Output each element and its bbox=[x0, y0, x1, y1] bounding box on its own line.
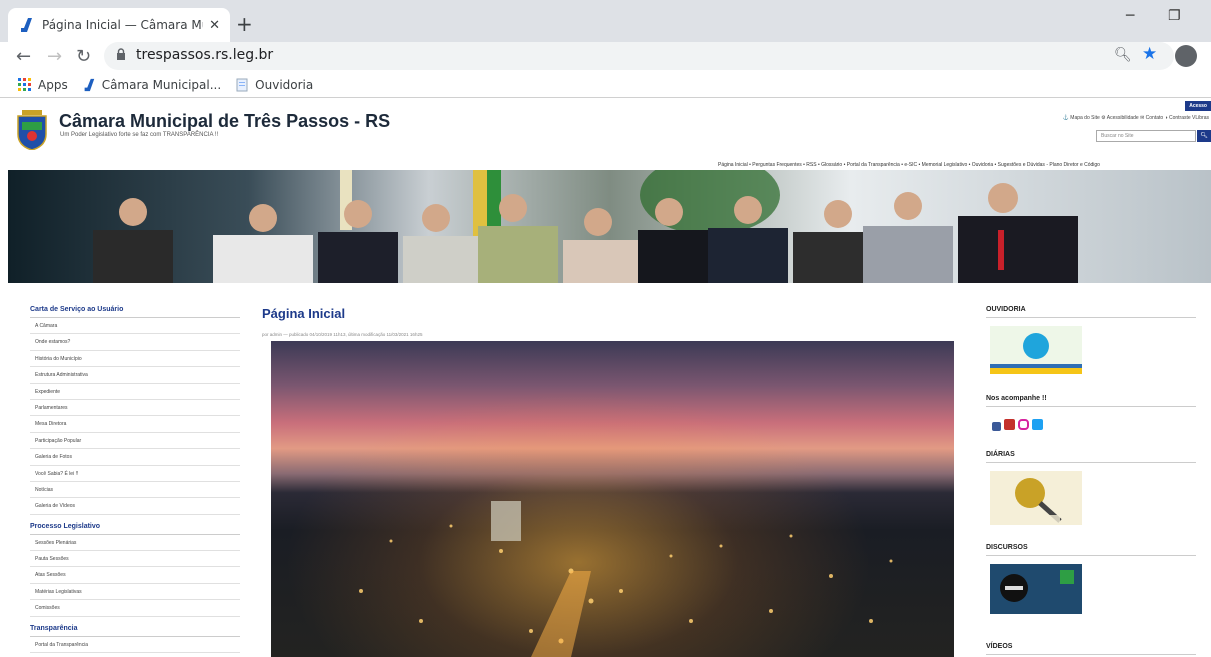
menu-item[interactable]: Participação Popular bbox=[30, 433, 240, 450]
utility-links[interactable]: ⚓ Mapa do Site ⚙ Acessibilidade ✉ Contat… bbox=[1063, 115, 1209, 121]
acesso-button[interactable]: Acesso bbox=[1185, 101, 1211, 111]
tab-title: Página Inicial — Câmara Municip bbox=[42, 18, 203, 32]
document-icon bbox=[236, 78, 248, 91]
videos-heading: VÍDEOS bbox=[986, 643, 1196, 655]
zoom-icon[interactable]: 🔍︎ bbox=[1114, 46, 1132, 63]
minimize-icon[interactable]: ─ bbox=[1126, 8, 1134, 24]
twitter-icon[interactable] bbox=[1032, 419, 1043, 430]
menu-item[interactable]: Mesa Diretora bbox=[30, 416, 240, 433]
menu-item[interactable]: Estrutura Administrativa bbox=[30, 367, 240, 384]
councillors-banner-image bbox=[8, 170, 1211, 283]
youtube-icon[interactable] bbox=[1004, 419, 1015, 430]
site-favicon-icon bbox=[84, 78, 94, 91]
close-tab-icon[interactable]: ✕ bbox=[209, 17, 220, 33]
browser-tab[interactable]: Página Inicial — Câmara Municip ✕ bbox=[8, 8, 230, 42]
section-title-carta-servico[interactable]: Carta de Serviço ao Usuário bbox=[30, 306, 240, 318]
section-title-processo-legislativo[interactable]: Processo Legislativo bbox=[30, 523, 240, 535]
city-aerial-photo bbox=[271, 341, 954, 657]
menu-item[interactable]: Galeria de Vídeos bbox=[30, 498, 240, 515]
city-lights-overlay bbox=[359, 501, 893, 657]
menu-item[interactable]: Pauta Sessões bbox=[30, 551, 240, 568]
profile-avatar-icon[interactable] bbox=[1175, 45, 1197, 67]
site-favicon-icon bbox=[21, 18, 32, 32]
back-arrow-icon[interactable]: ← bbox=[16, 46, 31, 67]
menu-item[interactable]: Você Sabia? É lei !! bbox=[30, 466, 240, 482]
bookmark-ouvidoria[interactable]: Ouvidoria bbox=[235, 78, 313, 92]
municipal-crest-logo[interactable] bbox=[16, 110, 48, 150]
bookmark-star-icon[interactable]: ★ bbox=[1142, 44, 1157, 64]
menu-item[interactable]: Portal da Transparência bbox=[30, 637, 240, 654]
follow-us-heading: Nos acompanhe !! bbox=[986, 395, 1196, 407]
menu-item[interactable]: Expediente bbox=[30, 384, 240, 400]
menu-item[interactable]: Parlamentares bbox=[30, 400, 240, 417]
menu-item[interactable]: Galeria de Fotos bbox=[30, 449, 240, 466]
restore-icon[interactable]: ❐ bbox=[1168, 8, 1181, 24]
diarias-banner-image[interactable] bbox=[990, 471, 1082, 525]
section-title-transparencia[interactable]: Transparência bbox=[30, 625, 240, 637]
bookmark-camara[interactable]: Câmara Municipal... bbox=[82, 78, 221, 92]
browser-toolbar: ← → ↻ trespassos.rs.leg.br 🔍︎ ★ bbox=[0, 42, 1211, 72]
forward-arrow-icon[interactable]: → bbox=[47, 46, 62, 67]
menu-item[interactable]: Onde estamos? bbox=[30, 334, 240, 351]
diarias-heading: DIÁRIAS bbox=[986, 451, 1196, 463]
menu-item[interactable]: Sessões Plenárias bbox=[30, 535, 240, 552]
bookmarks-bar: Apps Câmara Municipal... Ouvidoria bbox=[0, 72, 1211, 98]
address-bar[interactable]: trespassos.rs.leg.br 🔍︎ ★ bbox=[104, 42, 1174, 70]
ouvidoria-banner-image[interactable] bbox=[990, 326, 1082, 374]
right-sidebar: OUVIDORIA Nos acompanhe !! DIÁRIAS DISCU… bbox=[986, 306, 1196, 655]
lock-icon bbox=[117, 48, 125, 60]
menu-item[interactable]: Matérias Legislativas bbox=[30, 584, 240, 601]
browser-tabstrip: Página Inicial — Câmara Municip ✕ + ─ ❐ bbox=[0, 0, 1211, 42]
top-navigation[interactable]: Página Inicial • Perguntas Frequentes • … bbox=[718, 162, 1100, 168]
site-title[interactable]: Câmara Municipal de Três Passos - RS bbox=[59, 111, 390, 132]
site-tagline: Um Poder Legislativo forte se faz com TR… bbox=[60, 132, 219, 138]
url-text: trespassos.rs.leg.br bbox=[136, 47, 274, 63]
search-icon[interactable]: 🔍︎ bbox=[1197, 130, 1211, 142]
ouvidoria-heading: OUVIDORIA bbox=[986, 306, 1196, 318]
facebook-icon[interactable] bbox=[992, 422, 1001, 431]
menu-item[interactable]: Comissões bbox=[30, 600, 240, 617]
apps-grid-icon bbox=[18, 77, 31, 91]
bookmark-label: Ouvidoria bbox=[255, 77, 314, 92]
page-title: Página Inicial bbox=[262, 306, 346, 321]
social-icons bbox=[992, 419, 1196, 431]
councillors-photo bbox=[93, 170, 1078, 283]
site-search-input[interactable]: Buscar no Site bbox=[1096, 130, 1196, 142]
left-sidebar: Carta de Serviço ao Usuário A Câmara Ond… bbox=[30, 306, 240, 654]
discursos-heading: DISCURSOS bbox=[986, 544, 1196, 556]
menu-item[interactable]: A Câmara bbox=[30, 318, 240, 335]
new-tab-button[interactable]: + bbox=[236, 12, 253, 36]
site-header: Câmara Municipal de Três Passos - RS Um … bbox=[0, 98, 1211, 170]
bookmark-label: Apps bbox=[38, 77, 68, 92]
bookmark-label: Câmara Municipal... bbox=[101, 77, 222, 92]
bookmark-apps[interactable]: Apps bbox=[18, 77, 68, 92]
menu-item[interactable]: Atas Sessões bbox=[30, 567, 240, 584]
document-byline: por admin — publicado 04/10/2019 11h13, … bbox=[262, 332, 423, 337]
discursos-banner-image[interactable] bbox=[990, 564, 1082, 614]
menu-item[interactable]: Notícias bbox=[30, 482, 240, 499]
menu-item[interactable]: História do Município bbox=[30, 351, 240, 368]
reload-icon[interactable]: ↻ bbox=[76, 46, 91, 67]
instagram-icon[interactable] bbox=[1018, 419, 1029, 430]
